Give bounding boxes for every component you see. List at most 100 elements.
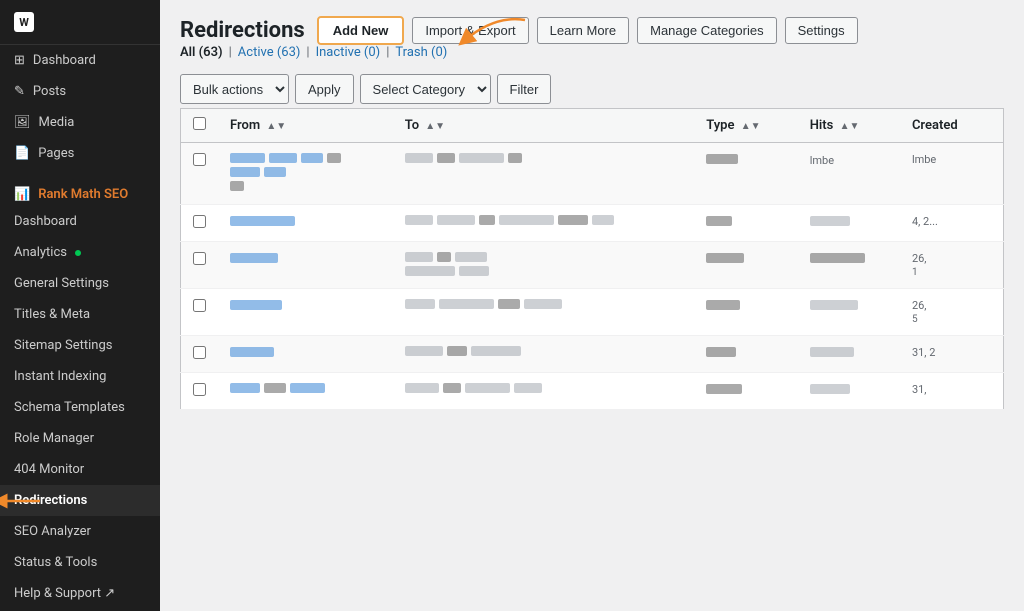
- sidebar-item-404-monitor[interactable]: 404 Monitor: [0, 454, 160, 485]
- sidebar-item-label: Redirections: [14, 493, 87, 508]
- wordpress-logo: W: [14, 12, 34, 32]
- from-text-block: [327, 153, 341, 163]
- sidebar-item-help-support[interactable]: Help & Support ↗: [0, 578, 160, 609]
- rank-math-seo-section[interactable]: 📊 Rank Math SEO: [0, 177, 160, 206]
- to-text-block: [592, 215, 614, 225]
- learn-more-button[interactable]: Learn More: [537, 17, 629, 44]
- from-text-block: [264, 167, 286, 177]
- to-label: To: [405, 118, 419, 133]
- from-text-block: [230, 153, 265, 163]
- from-sort-icon: ▲▼: [266, 121, 286, 132]
- sidebar-item-label: Status & Tools: [14, 555, 97, 570]
- bulk-actions-select[interactable]: Bulk actions: [180, 74, 289, 104]
- to-text-block: [405, 383, 439, 393]
- type-cell: [694, 336, 798, 373]
- sidebar-item-general-settings[interactable]: General Settings: [0, 268, 160, 299]
- to-text-block: [405, 153, 433, 163]
- filter-active[interactable]: Active (63): [238, 45, 301, 60]
- hits-cell: [798, 289, 900, 336]
- row-checkbox[interactable]: [193, 215, 206, 228]
- manage-categories-button[interactable]: Manage Categories: [637, 17, 776, 44]
- sidebar-item-schema-templates[interactable]: Schema Templates: [0, 392, 160, 423]
- to-cell: [393, 205, 695, 242]
- row-checkbox[interactable]: [193, 299, 206, 312]
- to-text-block: [459, 266, 489, 276]
- sidebar-item-rm-dashboard[interactable]: Dashboard: [0, 206, 160, 237]
- select-category-select[interactable]: Select Category: [360, 74, 491, 104]
- row-checkbox[interactable]: [193, 153, 206, 166]
- from-text-block: [230, 216, 295, 226]
- to-text-block: [498, 299, 520, 309]
- created-cell: 31, 2: [900, 336, 1004, 373]
- created-cell: 26,1: [900, 242, 1004, 289]
- sidebar-item-label: Pages: [38, 146, 74, 161]
- hits-cell: [798, 205, 900, 242]
- sidebar-item-dashboard[interactable]: ⊞ Dashboard: [0, 45, 160, 76]
- table-row: 26,1: [181, 242, 1004, 289]
- apply-button[interactable]: Apply: [295, 74, 354, 104]
- type-cell: [694, 289, 798, 336]
- hits-cell: [798, 242, 900, 289]
- to-text-block: [524, 299, 562, 309]
- type-text-block: [706, 154, 738, 164]
- filter-button[interactable]: Filter: [497, 74, 552, 104]
- sidebar-item-label: Analytics: [14, 245, 67, 260]
- sidebar-item-role-manager[interactable]: Role Manager: [0, 423, 160, 454]
- hits-label: Hits: [810, 118, 834, 133]
- sidebar-item-seo-analyzer[interactable]: SEO Analyzer: [0, 516, 160, 547]
- filter-links: All (63) | Active (63) | Inactive (0) | …: [160, 45, 1024, 66]
- table-header-row: From ▲▼ To ▲▼ Type ▲▼ Hits ▲▼: [181, 109, 1004, 143]
- select-all-header: [181, 109, 219, 143]
- sidebar-item-posts[interactable]: ✎ Posts: [0, 76, 160, 107]
- row-checkbox[interactable]: [193, 252, 206, 265]
- to-text-block: [508, 153, 522, 163]
- from-cell: [218, 143, 393, 205]
- main-content: Redirections Add New Import & Export Lea…: [160, 0, 1024, 611]
- sidebar-item-analytics[interactable]: Analytics: [0, 237, 160, 268]
- from-column-header[interactable]: From ▲▼: [218, 109, 393, 143]
- sidebar-logo: W: [0, 0, 160, 45]
- created-value: lmbe: [912, 153, 936, 166]
- import-export-button[interactable]: Import & Export: [412, 17, 528, 44]
- filter-inactive[interactable]: Inactive (0): [316, 45, 381, 60]
- filter-trash[interactable]: Trash (0): [395, 45, 447, 60]
- sidebar-item-label: General Settings: [14, 276, 109, 291]
- to-text-block: [479, 215, 495, 225]
- hits-column-header[interactable]: Hits ▲▼: [798, 109, 900, 143]
- sidebar-item-titles-meta[interactable]: Titles & Meta: [0, 299, 160, 330]
- add-new-button[interactable]: Add New: [317, 16, 405, 45]
- select-all-checkbox[interactable]: [193, 117, 206, 130]
- row-checkbox[interactable]: [193, 383, 206, 396]
- from-text-block: [230, 347, 274, 357]
- sidebar-item-label: Role Manager: [14, 431, 94, 446]
- pages-icon: 📄: [14, 146, 30, 161]
- sidebar-item-instant-indexing[interactable]: Instant Indexing: [0, 361, 160, 392]
- sidebar-item-media[interactable]: 🖼 Media: [0, 107, 160, 138]
- to-text-block: [443, 383, 461, 393]
- sidebar-item-label: Sitemap Settings: [14, 338, 113, 353]
- from-text-block: [301, 153, 323, 163]
- row-checkbox[interactable]: [193, 346, 206, 359]
- sidebar-item-redirections[interactable]: Redirections: [0, 485, 160, 516]
- to-cell: [393, 289, 695, 336]
- sidebar-item-pages[interactable]: 📄 Pages: [0, 138, 160, 169]
- posts-icon: ✎: [14, 84, 25, 99]
- filter-all[interactable]: All (63): [180, 45, 223, 60]
- created-cell: 26,5: [900, 289, 1004, 336]
- sidebar-item-label: 404 Monitor: [14, 462, 84, 477]
- from-text-block: [230, 383, 260, 393]
- row-checkbox-cell: [181, 289, 219, 336]
- filter-row: Bulk actions Apply Select Category Filte…: [160, 66, 1024, 108]
- created-column-header[interactable]: Created: [900, 109, 1004, 143]
- settings-button[interactable]: Settings: [785, 17, 858, 44]
- to-column-header[interactable]: To ▲▼: [393, 109, 695, 143]
- sidebar-item-label: Titles & Meta: [14, 307, 90, 322]
- sidebar-item-label: Schema Templates: [14, 400, 125, 415]
- sidebar-item-sitemap-settings[interactable]: Sitemap Settings: [0, 330, 160, 361]
- table-row: 31,: [181, 373, 1004, 410]
- sidebar-item-label: Posts: [33, 84, 66, 99]
- sidebar-item-status-tools[interactable]: Status & Tools: [0, 547, 160, 578]
- created-cell: 31,: [900, 373, 1004, 410]
- from-cell: [218, 242, 393, 289]
- type-column-header[interactable]: Type ▲▼: [694, 109, 798, 143]
